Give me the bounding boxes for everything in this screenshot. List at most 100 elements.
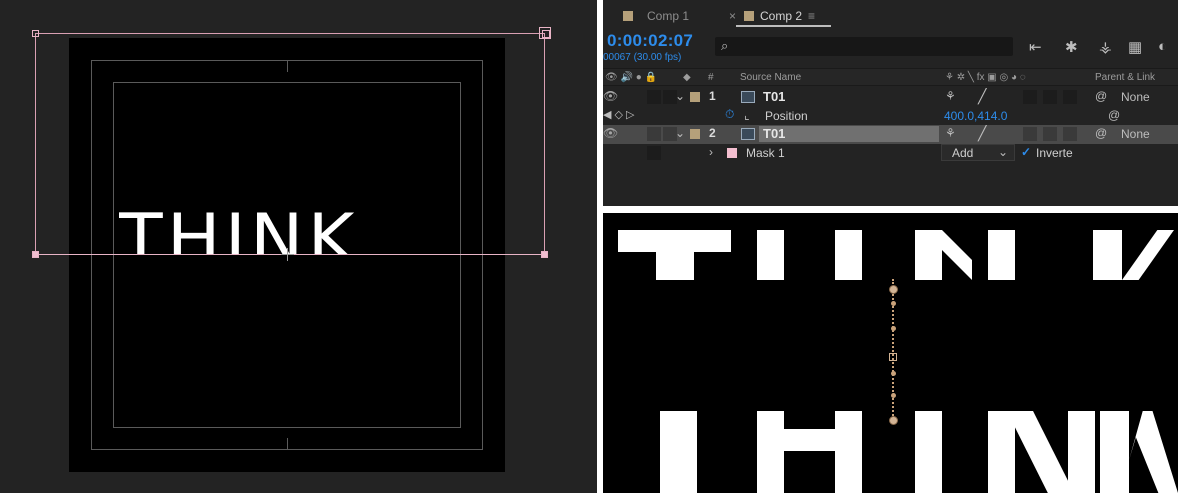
parent-link-column[interactable]: Parent & Link bbox=[1095, 72, 1155, 83]
layer-row-1[interactable]: 👁 ⌄ 1 T01 ⚘ ╱ @ None bbox=[603, 88, 1178, 107]
glyph-h-left-lower bbox=[757, 411, 784, 493]
tab-comp-1[interactable]: Comp 1 bbox=[623, 6, 689, 26]
switch-cell[interactable] bbox=[1023, 90, 1037, 104]
comp-tabs: Comp 1 × Comp 2 ≡ bbox=[603, 0, 1178, 28]
glyph-k-stem-lower bbox=[1100, 411, 1129, 493]
bound-handle-top-left[interactable] bbox=[32, 30, 39, 37]
shy-layers-icon[interactable]: ⚶ bbox=[1099, 38, 1112, 56]
glyph-i bbox=[835, 230, 862, 280]
close-icon[interactable]: × bbox=[729, 9, 736, 23]
keyframe-navigator-icon[interactable]: ◀ ◇ ▷ bbox=[603, 108, 635, 121]
shy-switch-icon[interactable]: ⚘ bbox=[945, 89, 956, 103]
glyph-k-leg-lower bbox=[1129, 411, 1178, 493]
chevron-down-icon: ⌄ bbox=[998, 145, 1009, 159]
pick-whip-icon[interactable]: @ bbox=[1108, 108, 1120, 122]
property-name: Position bbox=[765, 109, 808, 123]
solo-switch[interactable] bbox=[647, 127, 661, 141]
frame-blending-icon[interactable]: ▦ bbox=[1128, 38, 1142, 56]
switch-cell[interactable] bbox=[1063, 90, 1077, 104]
composition-viewer[interactable]: THINK bbox=[0, 0, 597, 493]
label-column-icon: ◆ bbox=[683, 72, 691, 83]
number-column: # bbox=[708, 72, 714, 83]
parent-dropdown[interactable]: None bbox=[1121, 127, 1150, 141]
layer-number: 1 bbox=[709, 89, 716, 103]
label-color-swatch[interactable] bbox=[690, 92, 700, 102]
graph-icon[interactable]: ⌞ bbox=[744, 108, 750, 122]
draft-3d-icon[interactable]: ✱ bbox=[1065, 38, 1078, 56]
menu-icon[interactable]: ≡ bbox=[808, 9, 815, 23]
motion-path-dot bbox=[891, 301, 896, 306]
glyph-n-right bbox=[988, 230, 1015, 280]
layer-name-highlight bbox=[759, 126, 939, 142]
mask-color-swatch[interactable] bbox=[727, 148, 737, 158]
switch-cell[interactable] bbox=[1043, 127, 1057, 141]
layer-number: 2 bbox=[709, 126, 716, 140]
glyph-n-diagonal-lower bbox=[1015, 411, 1068, 493]
layer-row-2[interactable]: 👁 ⌄ 2 T01 ⚘ ╱ @ None bbox=[603, 125, 1178, 144]
stopwatch-icon[interactable]: ⏱ bbox=[725, 107, 734, 122]
glyph-h-right-lower bbox=[835, 411, 862, 493]
shy-switch-icon[interactable]: ⚘ bbox=[945, 126, 956, 140]
label-color-swatch bbox=[744, 11, 755, 21]
search-icon: ⌕ bbox=[721, 38, 729, 53]
chevron-down-icon[interactable]: ⌄ bbox=[675, 89, 685, 103]
glyph-k-stem bbox=[1093, 230, 1122, 280]
keyframe-handle-top[interactable] bbox=[889, 285, 898, 294]
comp-mini-flowchart-icon[interactable]: ⇤ bbox=[1029, 38, 1042, 56]
mask-mode-dropdown[interactable]: Add ⌄ bbox=[941, 144, 1015, 161]
current-time-display[interactable]: 0:00:02:07 bbox=[607, 31, 693, 51]
motion-path-dot bbox=[891, 393, 896, 398]
switches-icons: ⚘ ✲ ╲ fx ▣ ◎ ◕ ◌ bbox=[945, 72, 1026, 83]
inverted-checkbox-label: Inverte bbox=[1036, 146, 1073, 160]
glyph-t-stem bbox=[656, 230, 694, 280]
search-input[interactable] bbox=[715, 37, 1013, 56]
mask-name[interactable]: Mask 1 bbox=[746, 146, 785, 160]
mask-vertex-right[interactable] bbox=[541, 251, 548, 258]
parent-dropdown[interactable]: None bbox=[1121, 90, 1150, 104]
switch-cell[interactable] bbox=[1063, 127, 1077, 141]
bound-handle-top-right-icon[interactable] bbox=[539, 27, 551, 39]
frame-count: 00067 (30.00 fps) bbox=[603, 52, 682, 63]
label-color-swatch[interactable] bbox=[690, 129, 700, 139]
layer-column-header: 👁 🔊 ● 🔒 ◆ # Source Name ⚘ ✲ ╲ fx ▣ ◎ ◕ ◌… bbox=[603, 68, 1178, 86]
timeline-panel: Comp 1 × Comp 2 ≡ 0:00:02:07 00067 (30.0… bbox=[603, 0, 1178, 206]
layer-name[interactable]: T01 bbox=[763, 89, 785, 104]
pick-whip-icon[interactable]: @ bbox=[1095, 126, 1107, 140]
eye-icon[interactable]: 👁 bbox=[603, 126, 618, 140]
glyph-n-left bbox=[915, 230, 942, 280]
property-row-position[interactable]: ◀ ◇ ▷ ⏱ ⌞ Position 400.0,414.0 @ bbox=[603, 107, 1178, 126]
chevron-right-icon[interactable]: › bbox=[709, 145, 713, 159]
keyframe-handle-bottom[interactable] bbox=[889, 416, 898, 425]
preview-frame bbox=[603, 213, 1178, 493]
quality-switch-icon[interactable]: ╱ bbox=[978, 125, 986, 142]
glyph-n-left-lower bbox=[988, 411, 1015, 493]
quality-switch-icon[interactable]: ╱ bbox=[978, 88, 986, 105]
tab-label: Comp 2 bbox=[760, 9, 803, 23]
switch-cell[interactable] bbox=[647, 146, 661, 160]
glyph-i-lower bbox=[915, 411, 942, 493]
tab-comp-2[interactable]: × Comp 2 ≡ bbox=[729, 6, 815, 26]
switch-cell[interactable] bbox=[1043, 90, 1057, 104]
mask-vertex-left[interactable] bbox=[32, 251, 39, 258]
anchor-point-icon[interactable] bbox=[281, 248, 294, 261]
text-layer-thumbnail bbox=[741, 128, 755, 140]
av-features-icons: 👁 🔊 ● 🔒 bbox=[605, 72, 657, 83]
mask-row[interactable]: › Mask 1 Add ⌄ ✓ Inverte bbox=[603, 144, 1178, 163]
source-name-column[interactable]: Source Name bbox=[740, 72, 801, 83]
checkmark-icon[interactable]: ✓ bbox=[1021, 145, 1031, 159]
layer-bounding-box[interactable] bbox=[35, 33, 545, 254]
text-layer-thumbnail bbox=[741, 91, 755, 103]
eye-icon[interactable]: 👁 bbox=[603, 89, 618, 103]
layer-name[interactable]: T01 bbox=[763, 126, 785, 141]
chevron-down-icon[interactable]: ⌄ bbox=[675, 126, 685, 140]
glyph-n-diagonal bbox=[942, 230, 972, 280]
motion-path-dot bbox=[891, 326, 896, 331]
anchor-point-icon[interactable] bbox=[889, 353, 897, 361]
center-tick-bottom bbox=[287, 438, 288, 450]
pick-whip-icon[interactable]: @ bbox=[1095, 89, 1107, 103]
switch-cell[interactable] bbox=[1023, 127, 1037, 141]
solo-switch[interactable] bbox=[647, 90, 661, 104]
motion-blur-icon[interactable]: ◐ bbox=[1158, 38, 1167, 55]
tab-label: Comp 1 bbox=[647, 9, 690, 23]
position-value[interactable]: 400.0,414.0 bbox=[944, 109, 1007, 123]
